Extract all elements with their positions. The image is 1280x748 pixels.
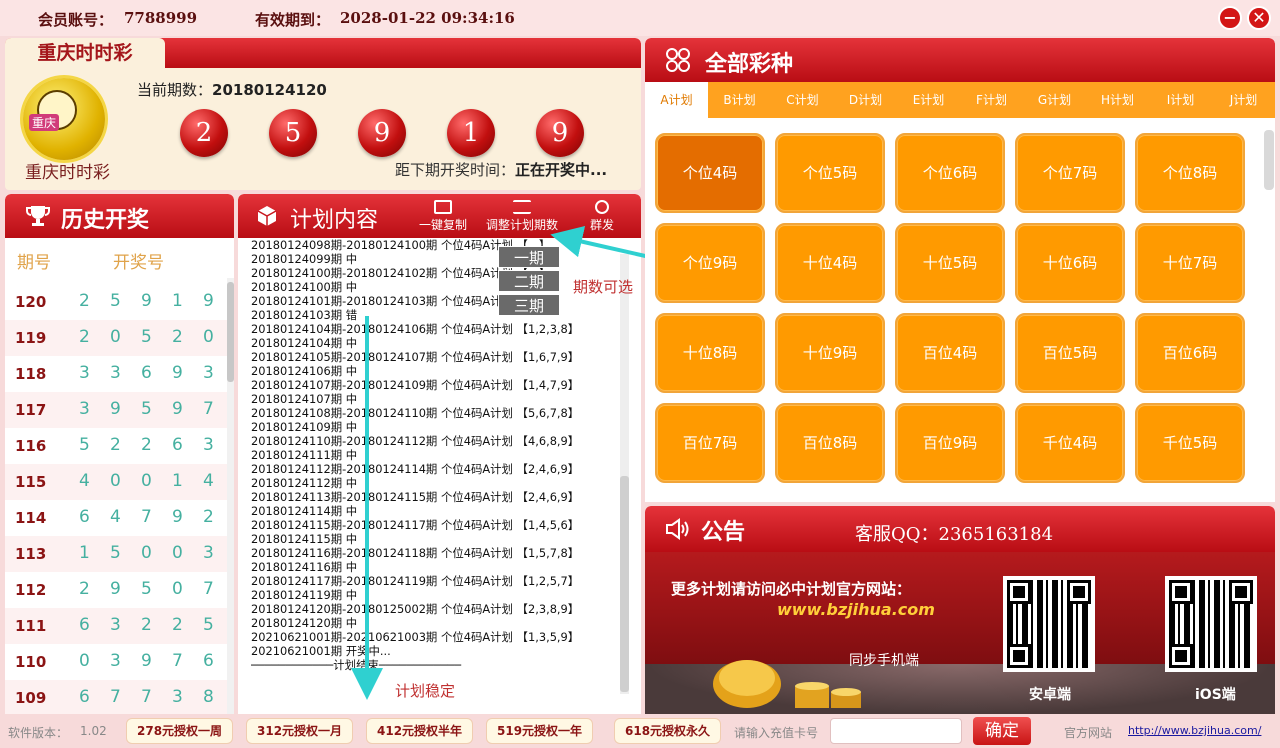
plan-option-button[interactable]: 十位8码 bbox=[655, 313, 765, 393]
notice-banner: 更多计划请访问必中计划官方网站： www.bzjihua.com 同步手机端 安… bbox=[645, 552, 1275, 714]
annotation-plan-stable: 计划稳定 bbox=[395, 682, 456, 700]
official-site-link[interactable]: http://www.bzjihua.com/ bbox=[1128, 724, 1261, 737]
tab-plan-c[interactable]: C计划 bbox=[771, 82, 834, 118]
plan-month-button[interactable]: 312元授权一月 bbox=[246, 718, 354, 744]
version-value: 1.02 bbox=[80, 724, 107, 738]
confirm-button[interactable]: 确定 bbox=[973, 717, 1031, 745]
plan-option-button[interactable]: 十位5码 bbox=[895, 223, 1005, 303]
banner-site[interactable]: www.bzjihua.com bbox=[777, 600, 935, 619]
tab-plan-i[interactable]: I计划 bbox=[1149, 82, 1212, 118]
plan-forever-button[interactable]: 618元授权永久 bbox=[614, 718, 722, 744]
plan-option-button[interactable]: 个位9码 bbox=[655, 223, 765, 303]
tab-plan-g[interactable]: G计划 bbox=[1023, 82, 1086, 118]
plan-option-button[interactable]: 百位7码 bbox=[655, 403, 765, 483]
plan-option-button[interactable]: 千位4码 bbox=[1015, 403, 1125, 483]
plan-week-button[interactable]: 278元授权一周 bbox=[126, 718, 234, 744]
plan-option-button[interactable]: 千位5码 bbox=[1135, 403, 1245, 483]
ios-qr-code bbox=[1165, 576, 1257, 672]
plan-option-button[interactable]: 个位6码 bbox=[895, 133, 1005, 213]
ios-label: iOS端 bbox=[1195, 687, 1236, 703]
plan-option-button[interactable]: 十位4码 bbox=[775, 223, 885, 303]
tab-plan-j[interactable]: J计划 bbox=[1212, 82, 1275, 118]
plan-option-button[interactable]: 百位6码 bbox=[1135, 313, 1245, 393]
card-number-input[interactable] bbox=[830, 718, 962, 744]
plan-year-button[interactable]: 519元授权一年 bbox=[486, 718, 594, 744]
tab-plan-e[interactable]: E计划 bbox=[897, 82, 960, 118]
plan-option-button[interactable]: 十位6码 bbox=[1015, 223, 1125, 303]
plan-option-button[interactable]: 百位9码 bbox=[895, 403, 1005, 483]
official-site-label: 官方网站 bbox=[1064, 726, 1113, 740]
tab-plan-a[interactable]: A计划 bbox=[645, 82, 708, 118]
notice-header: 公告 客服QQ：2365163184 bbox=[645, 506, 1275, 552]
banner-text: 更多计划请访问必中计划官方网站： bbox=[671, 580, 912, 598]
sync-label: 同步手机端 bbox=[849, 653, 919, 669]
tab-plan-b[interactable]: B计划 bbox=[708, 82, 771, 118]
speaker-icon bbox=[666, 518, 689, 540]
tab-plan-f[interactable]: F计划 bbox=[960, 82, 1023, 118]
plan-option-button[interactable]: 个位7码 bbox=[1015, 133, 1125, 213]
plan-half-year-button[interactable]: 412元授权半年 bbox=[366, 718, 474, 744]
plan-option-button[interactable]: 个位8码 bbox=[1135, 133, 1245, 213]
version-label: 软件版本： bbox=[8, 726, 69, 740]
plan-option-button[interactable]: 十位7码 bbox=[1135, 223, 1245, 303]
customer-qq: 客服QQ：2365163184 bbox=[855, 524, 1054, 545]
all-lotteries-title: 全部彩种 bbox=[705, 51, 794, 77]
plan-option-button[interactable]: 百位8码 bbox=[775, 403, 885, 483]
plan-option-button[interactable]: 百位5码 bbox=[1015, 313, 1125, 393]
android-label: 安卓端 bbox=[1029, 687, 1071, 703]
tab-plan-h[interactable]: H计划 bbox=[1086, 82, 1149, 118]
plan-tabs: A计划 B计划 C计划 D计划 E计划 F计划 G计划 H计划 I计划 J计划 bbox=[645, 82, 1275, 118]
notice-panel: 公告 客服QQ：2365163184 更多计划请访问必中计划官方网站： www.… bbox=[645, 506, 1275, 714]
all-lotteries-header: 全部彩种 bbox=[645, 38, 1275, 82]
plan-option-button[interactable]: 百位4码 bbox=[895, 313, 1005, 393]
footer: 软件版本： 1.02 278元授权一周 312元授权一月 412元授权半年 51… bbox=[0, 714, 1280, 748]
annotation-period-selectable: 期数可选 bbox=[573, 278, 634, 296]
plan-option-button[interactable]: 个位5码 bbox=[775, 133, 885, 213]
plan-option-button[interactable]: 十位9码 bbox=[775, 313, 885, 393]
card-label: 请输入充值卡号 bbox=[734, 726, 819, 740]
tab-plan-d[interactable]: D计划 bbox=[834, 82, 897, 118]
plan-option-button[interactable]: 个位4码 bbox=[655, 133, 765, 213]
grid-icon bbox=[666, 48, 690, 72]
notice-title: 公告 bbox=[701, 519, 746, 545]
android-qr-code bbox=[1003, 576, 1095, 672]
all-lotteries-panel: 全部彩种 A计划 B计划 C计划 D计划 E计划 F计划 G计划 H计划 I计划 J计划 个位4码… bbox=[645, 38, 1275, 502]
all-lotteries-scrollbar[interactable] bbox=[1264, 130, 1274, 190]
